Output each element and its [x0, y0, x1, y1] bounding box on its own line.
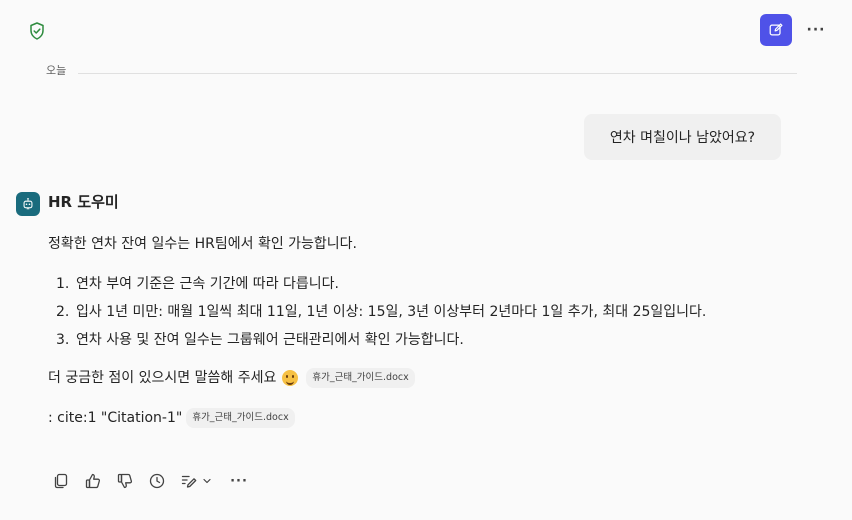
answer-list: 1. 연차 부여 기준은 근속 기간에 따라 다릅니다. 2. 입사 1년 미만…	[48, 270, 828, 354]
citation-text: : cite:1 "Citation-1"	[48, 410, 183, 426]
chat-window: ··· 오늘 연차 며칠이나 남았어요? HR 도우미 정확한 연차 잔여 일수…	[0, 0, 852, 520]
smiling-face-icon	[282, 370, 299, 386]
more-horizontal-icon: ···	[230, 473, 248, 489]
list-item: 1. 연차 부여 기준은 근속 기간에 따라 다릅니다.	[48, 270, 828, 298]
copy-button[interactable]	[50, 470, 72, 492]
answer-intro: 정확한 연차 잔여 일수는 HR팀에서 확인 가능합니다.	[48, 236, 358, 252]
copy-icon	[54, 473, 68, 489]
citation-line: : cite:1 "Citation-1" 휴가_근태_가이드.docx	[48, 408, 295, 428]
shield-check-icon	[27, 21, 47, 41]
list-item: 3. 연차 사용 및 잔여 일수는 그룹웨어 근태관리에서 확인 가능합니다.	[48, 326, 828, 354]
thumbs-up-icon	[85, 473, 101, 489]
list-item-number: 3.	[56, 332, 70, 348]
list-item-text: 연차 부여 기준은 근속 기간에 따라 다릅니다.	[76, 276, 339, 292]
citation-chip[interactable]: 휴가_근태_가이드.docx	[186, 408, 295, 428]
thumbs-down-button[interactable]	[114, 470, 136, 492]
chevron-down-icon	[203, 478, 211, 484]
edit-button[interactable]	[178, 470, 200, 492]
compose-icon	[769, 23, 783, 36]
bot-avatar	[16, 192, 40, 216]
edit-icon	[181, 475, 197, 488]
bot-name: HR 도우미	[48, 193, 119, 211]
list-item: 2. 입사 1년 미만: 매월 1일씩 최대 11일, 1년 이상: 15일, …	[48, 298, 828, 326]
closing-line: 더 궁금한 점이 있으시면 말씀해 주세요 휴가_근태_가이드.docx	[48, 368, 415, 388]
history-button[interactable]	[146, 470, 168, 492]
more-horizontal-icon: ···	[806, 22, 826, 38]
thumbs-up-button[interactable]	[82, 470, 104, 492]
divider-line	[78, 73, 797, 74]
date-label: 오늘	[46, 64, 67, 77]
user-message-text: 연차 며칠이나 남았어요?	[609, 130, 756, 146]
list-item-number: 2.	[56, 304, 70, 320]
user-message-bubble: 연차 며칠이나 남았어요?	[584, 114, 781, 160]
date-divider: 오늘	[46, 64, 797, 80]
list-item-number: 1.	[56, 276, 70, 292]
list-item-text: 입사 1년 미만: 매월 1일씩 최대 11일, 1년 이상: 15일, 3년 …	[76, 304, 707, 320]
history-icon	[149, 473, 165, 489]
message-actions: ···	[50, 470, 250, 492]
bot-icon	[23, 198, 33, 210]
thumbs-down-icon	[117, 473, 133, 489]
bot-answer: 정확한 연차 잔여 일수는 HR팀에서 확인 가능합니다. 1. 연차 부여 기…	[48, 234, 828, 354]
closing-text: 더 궁금한 점이 있으시면 말씀해 주세요	[48, 370, 277, 386]
more-actions-button[interactable]: ···	[228, 470, 250, 492]
list-item-text: 연차 사용 및 잔여 일수는 그룹웨어 근태관리에서 확인 가능합니다.	[76, 332, 464, 348]
new-chat-button[interactable]	[760, 14, 792, 46]
source-chip[interactable]: 휴가_근태_가이드.docx	[306, 368, 415, 388]
more-options-button[interactable]: ···	[806, 20, 826, 40]
edit-options-dropdown[interactable]	[200, 470, 214, 492]
